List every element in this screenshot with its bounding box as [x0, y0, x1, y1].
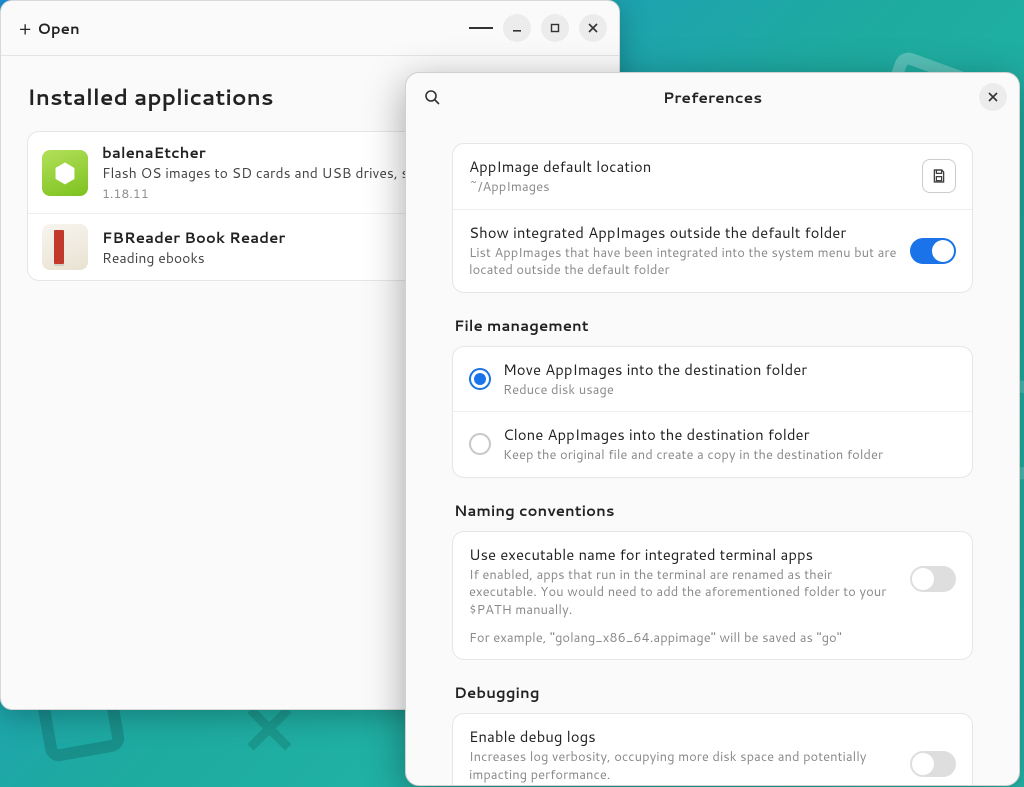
maximize-button[interactable]: [541, 14, 569, 42]
exec-name-sub: If enabled, apps that run in the termina…: [469, 567, 898, 620]
default-location-title: AppImage default location: [469, 156, 910, 177]
open-label: Open: [37, 18, 79, 39]
file-management-card: Move AppImages into the destination fold…: [452, 346, 973, 478]
default-location-path: ~/AppImages: [469, 179, 910, 197]
hamburger-menu-button[interactable]: [469, 16, 493, 40]
choose-folder-button[interactable]: [922, 159, 956, 193]
window-controls: [469, 14, 607, 42]
exec-name-example: For example, "golang_x86_64.appimage" wi…: [469, 629, 898, 647]
minimize-button[interactable]: [503, 14, 531, 42]
exec-name-toggle[interactable]: [910, 566, 956, 592]
debug-logs-sub: Increases log verbosity, occupying more …: [469, 749, 898, 785]
app-description: Reading ebooks: [102, 248, 285, 268]
show-outside-title: Show integrated AppImages outside the de…: [469, 222, 898, 243]
app-info: balenaEtcher Flash OS images to SD cards…: [102, 142, 416, 203]
app-description: Flash OS images to SD cards and USB driv…: [102, 163, 416, 183]
debug-logs-row[interactable]: Enable debug logs Increases log verbosit…: [453, 714, 972, 785]
clone-option-row[interactable]: Clone AppImages into the destination fol…: [453, 411, 972, 477]
default-location-row[interactable]: AppImage default location ~/AppImages: [453, 144, 972, 209]
preferences-title: Preferences: [446, 86, 979, 108]
exec-name-title: Use executable name for integrated termi…: [469, 544, 898, 565]
app-version: 1.18.11: [102, 185, 416, 203]
open-button[interactable]: + Open: [13, 11, 86, 45]
app-info: FBReader Book Reader Reading ebooks: [102, 227, 285, 268]
move-sub: Reduce disk usage: [503, 382, 956, 400]
debugging-card: Enable debug logs Increases log verbosit…: [452, 713, 973, 785]
app-name: balenaEtcher: [102, 142, 416, 163]
app-icon-balenaetcher: ⬢: [42, 150, 88, 196]
move-option-row[interactable]: Move AppImages into the destination fold…: [453, 347, 972, 412]
maximize-icon: [549, 22, 561, 34]
clone-radio[interactable]: [469, 433, 491, 455]
minimize-icon: [511, 22, 523, 34]
plus-icon: +: [19, 15, 31, 41]
debug-logs-title: Enable debug logs: [469, 726, 898, 747]
titlebar: + Open: [1, 1, 619, 56]
section-file-management: File management: [454, 315, 971, 336]
section-debugging: Debugging: [454, 682, 971, 703]
show-outside-row[interactable]: Show integrated AppImages outside the de…: [453, 209, 972, 292]
move-radio[interactable]: [469, 368, 491, 390]
exec-name-row[interactable]: Use executable name for integrated termi…: [453, 532, 972, 660]
app-icon-fbreader: [42, 224, 88, 270]
preferences-close-button[interactable]: [979, 83, 1007, 111]
show-outside-sub: List AppImages that have been integrated…: [469, 245, 898, 280]
app-name: FBReader Book Reader: [102, 227, 285, 248]
close-button[interactable]: [579, 14, 607, 42]
close-icon: [587, 22, 599, 34]
section-naming: Naming conventions: [454, 500, 971, 521]
debug-logs-toggle[interactable]: [910, 751, 956, 777]
preferences-body: AppImage default location ~/AppImages Sh…: [406, 121, 1019, 785]
show-outside-toggle[interactable]: [910, 238, 956, 264]
move-title: Move AppImages into the destination fold…: [503, 359, 956, 380]
clone-sub: Keep the original file and create a copy…: [503, 447, 956, 465]
location-card: AppImage default location ~/AppImages Sh…: [452, 143, 973, 293]
clone-title: Clone AppImages into the destination fol…: [503, 424, 956, 445]
naming-card: Use executable name for integrated termi…: [452, 531, 973, 661]
search-button[interactable]: [418, 88, 446, 106]
preferences-header: Preferences: [406, 73, 1019, 121]
save-icon: [931, 168, 947, 184]
search-icon: [423, 88, 441, 106]
close-icon: [987, 91, 999, 103]
preferences-dialog: Preferences AppImage default location ~/…: [405, 72, 1020, 786]
